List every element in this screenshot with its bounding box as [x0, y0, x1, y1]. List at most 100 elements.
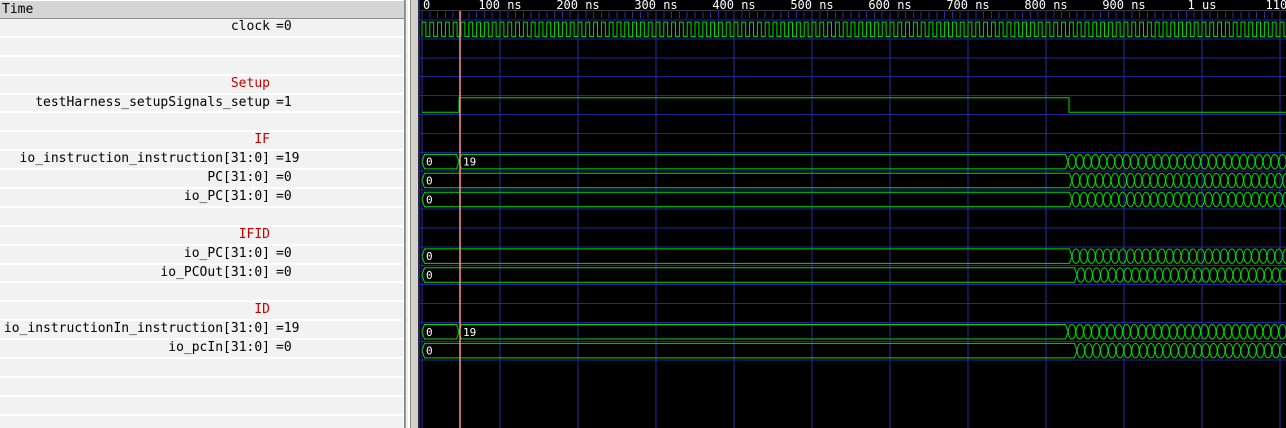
bus-toggle-glyph	[1155, 343, 1162, 357]
bus-toggle-glyph	[1150, 249, 1157, 263]
bus-toggle-glyph	[1124, 268, 1131, 282]
bus-toggle-glyph	[1186, 268, 1193, 282]
signal-name: PC[31:0]	[0, 170, 270, 187]
bus-toggle-glyph	[1111, 173, 1118, 187]
bus-toggle-glyph	[1107, 154, 1114, 168]
bus-toggle-glyph	[1241, 343, 1248, 357]
bus-toggle-glyph	[1174, 192, 1181, 206]
bus-toggle-glyph	[1080, 173, 1087, 187]
bus-toggle-glyph	[1225, 343, 1232, 357]
bus-toggle-glyph	[1135, 249, 1142, 263]
signal-value	[270, 302, 276, 319]
signal-name-row[interactable]: io_PC[31:0]=0	[0, 189, 403, 208]
bus-toggle-glyph	[1142, 173, 1149, 187]
bus-toggle-glyph	[1264, 343, 1271, 357]
signal-value	[270, 283, 276, 300]
signal-value: =0	[270, 265, 292, 282]
signal-name-row[interactable]: io_instructionIn_instruction[31:0]=19	[0, 321, 403, 340]
signal-value	[270, 113, 276, 130]
bus-toggle-glyph	[1197, 249, 1204, 263]
timescale-label: 400 ns	[712, 0, 755, 12]
signal-value	[270, 208, 276, 225]
signal-name-row[interactable]: io_PCOut[31:0]=0	[0, 265, 403, 284]
bus-toggle-glyph	[1202, 343, 1209, 357]
signal-value	[270, 132, 276, 149]
group-label-row[interactable]: Setup	[0, 76, 403, 95]
blank-row	[0, 113, 403, 132]
bus-toggle-glyph	[1220, 173, 1227, 187]
bus-toggle-glyph	[1179, 343, 1186, 357]
signal-name	[0, 208, 270, 225]
bus-toggle-glyph	[1213, 173, 1220, 187]
bus-toggle-glyph	[1220, 192, 1227, 206]
bus-toggle-glyph	[1166, 192, 1173, 206]
bus-toggle-glyph	[1240, 325, 1247, 339]
bus-toggle-glyph	[1257, 343, 1264, 357]
bus-toggle-glyph	[1127, 192, 1134, 206]
group-label: IFID	[0, 227, 270, 244]
signal-value: =0	[270, 340, 292, 357]
bus-toggle-glyph	[1210, 268, 1217, 282]
wave-canvas[interactable]: 0100 ns200 ns300 ns400 ns500 ns600 ns700…	[420, 0, 1286, 428]
bus-toggle-glyph	[1181, 173, 1188, 187]
group-label-row[interactable]: IFID	[0, 227, 403, 246]
panel-splitter[interactable]	[405, 0, 420, 428]
bus-toggle-glyph	[1174, 173, 1181, 187]
wave-panel[interactable]: 0100 ns200 ns300 ns400 ns500 ns600 ns700…	[420, 0, 1286, 428]
blank-row	[0, 378, 403, 397]
bus-toggle-glyph	[1108, 343, 1115, 357]
bus-toggle-glyph	[1240, 154, 1247, 168]
bus-toggle-glyph	[1257, 268, 1264, 282]
signal-value: =0	[270, 19, 292, 36]
signal-name-row[interactable]: PC[31:0]=0	[0, 170, 403, 189]
bus-toggle-glyph	[1186, 343, 1193, 357]
bus-toggle-glyph	[1249, 268, 1256, 282]
signal-name-row[interactable]: testHarness_setupSignals_setup=1	[0, 95, 403, 114]
bus-toggle-glyph	[1135, 192, 1142, 206]
bus-toggle-glyph	[1248, 154, 1255, 168]
bus-toggle-glyph	[1202, 268, 1209, 282]
bus-toggle-glyph	[1179, 268, 1186, 282]
bus-toggle-glyph	[1138, 154, 1145, 168]
bus-toggle-glyph	[1170, 325, 1177, 339]
signal-name-row[interactable]: clock=0	[0, 19, 403, 38]
bus-toggle-glyph	[1210, 343, 1217, 357]
bus-segment	[459, 325, 1068, 340]
bus-toggle-glyph	[1228, 192, 1235, 206]
bus-toggle-glyph	[1205, 249, 1212, 263]
bus-toggle-glyph	[1163, 268, 1170, 282]
signal-name: io_PC[31:0]	[0, 246, 270, 263]
bus-toggle-glyph	[1267, 249, 1274, 263]
signal-name-row[interactable]: io_pcIn[31:0]=0	[0, 340, 403, 359]
bus-toggle-glyph	[1099, 154, 1106, 168]
bus-toggle-glyph	[1162, 154, 1169, 168]
group-label-row[interactable]: IF	[0, 132, 403, 151]
bus-toggle-glyph	[1216, 154, 1223, 168]
bus-toggle-glyph	[1158, 249, 1165, 263]
bus-value-label: 0	[426, 250, 433, 263]
bus-toggle-glyph	[1103, 173, 1110, 187]
bus-toggle-glyph	[1158, 173, 1165, 187]
bus-toggle-glyph	[1205, 192, 1212, 206]
bus-toggle-glyph	[1115, 325, 1122, 339]
group-label-row[interactable]: ID	[0, 302, 403, 321]
bus-toggle-glyph	[1076, 325, 1083, 339]
bus-toggle-glyph	[1119, 249, 1126, 263]
signal-value	[270, 38, 276, 55]
bus-toggle-glyph	[1072, 192, 1079, 206]
bus-toggle-glyph	[1185, 325, 1192, 339]
group-label: IF	[0, 132, 270, 149]
signal-name-row[interactable]: io_instruction_instruction[31:0]=19	[0, 151, 403, 170]
bus-toggle-glyph	[1084, 325, 1091, 339]
bus-toggle-glyph	[1127, 249, 1134, 263]
bus-toggle-glyph	[1244, 173, 1251, 187]
bus-toggle-glyph	[1194, 343, 1201, 357]
bus-toggle-glyph	[1252, 173, 1259, 187]
signal-name-row[interactable]: io_PC[31:0]=0	[0, 246, 403, 265]
signal-name	[0, 283, 270, 300]
bus-toggle-glyph	[1189, 173, 1196, 187]
bus-toggle-glyph	[1271, 154, 1278, 168]
bus-toggle-glyph	[1150, 192, 1157, 206]
bus-value-label: 19	[463, 326, 476, 339]
signal-name	[0, 359, 270, 376]
